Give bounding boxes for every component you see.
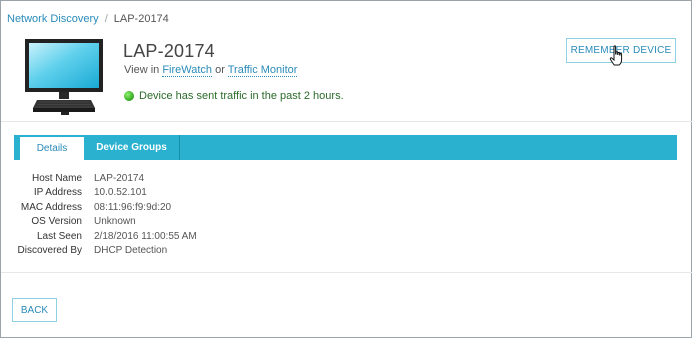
detail-label: OS Version bbox=[31, 216, 82, 228]
header-divider bbox=[1, 121, 692, 122]
view-in-or: or bbox=[215, 64, 225, 76]
back-button[interactable]: BACK bbox=[12, 298, 57, 322]
tab-bar: Details Device Groups bbox=[14, 135, 677, 160]
traffic-monitor-link[interactable]: Traffic Monitor bbox=[227, 64, 298, 77]
view-in-links: View in FireWatch or Traffic Monitor bbox=[124, 64, 298, 77]
detail-value: 2/18/2016 11:00:55 AM bbox=[94, 230, 197, 242]
detail-value: 10.0.52.101 bbox=[94, 187, 147, 199]
traffic-status: Device has sent traffic in the past 2 ho… bbox=[124, 90, 344, 102]
detail-label: IP Address bbox=[33, 187, 82, 199]
breadcrumb: Network Discovery / LAP-20174 bbox=[7, 13, 169, 25]
detail-row-mac-address: MAC Address 08:11:96:f9:9d:20 bbox=[14, 201, 197, 215]
detail-label: Host Name bbox=[31, 173, 82, 184]
detail-value: LAP-20174 bbox=[94, 173, 145, 184]
status-text: Device has sent traffic in the past 2 ho… bbox=[139, 90, 344, 102]
status-dot-icon bbox=[124, 91, 134, 101]
detail-row-ip-address: IP Address 10.0.52.101 bbox=[14, 186, 197, 200]
detail-value: DHCP Detection bbox=[94, 244, 168, 256]
detail-row-discovered-by: Discovered By DHCP Detection bbox=[14, 244, 197, 258]
detail-row-last-seen: Last Seen 2/18/2016 11:00:55 AM bbox=[14, 230, 197, 244]
monitor-icon bbox=[23, 38, 107, 118]
page-frame: Network Discovery / LAP-20174 LAP-20174 … bbox=[0, 0, 692, 338]
footer-divider bbox=[1, 272, 692, 273]
detail-label: MAC Address bbox=[20, 201, 82, 213]
detail-label: Last Seen bbox=[36, 230, 82, 242]
breadcrumb-current: LAP-20174 bbox=[113, 13, 169, 25]
device-title: LAP-20174 bbox=[123, 41, 215, 61]
hand-cursor-icon bbox=[609, 45, 625, 67]
device-details-list: Host Name LAP-20174 IP Address 10.0.52.1… bbox=[14, 172, 197, 258]
detail-label: Discovered By bbox=[17, 244, 82, 256]
detail-value: Unknown bbox=[94, 216, 136, 228]
detail-row-host-name: Host Name LAP-20174 bbox=[14, 172, 197, 186]
firewatch-link[interactable]: FireWatch bbox=[162, 64, 213, 77]
tab-details[interactable]: Details bbox=[20, 137, 84, 160]
breadcrumb-network-discovery-link[interactable]: Network Discovery bbox=[7, 13, 99, 25]
view-in-prefix: View in bbox=[124, 64, 160, 76]
breadcrumb-separator: / bbox=[104, 13, 108, 25]
detail-row-os-version: OS Version Unknown bbox=[14, 215, 197, 229]
tab-device-groups[interactable]: Device Groups bbox=[84, 135, 180, 160]
detail-value: 08:11:96:f9:9d:20 bbox=[94, 201, 172, 213]
